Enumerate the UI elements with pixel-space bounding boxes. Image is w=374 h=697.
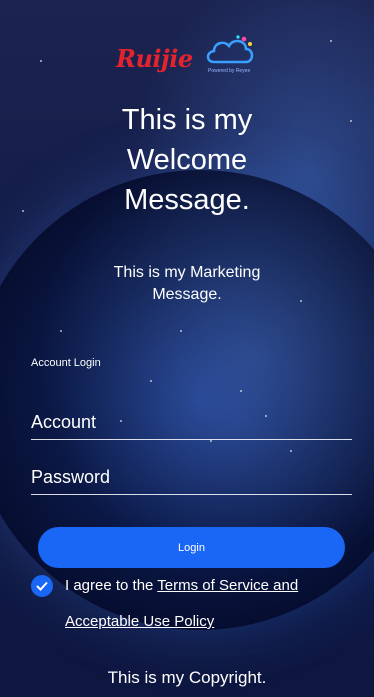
- portal-screen: Ruijie Powered by Reyee This is my Welco…: [0, 0, 374, 697]
- password-field-wrapper: [31, 460, 352, 495]
- login-button[interactable]: Login: [38, 527, 345, 568]
- cloud-logo-icon: [206, 35, 254, 64]
- terms-link[interactable]: Terms of Service and: [157, 577, 298, 594]
- marketing-message: This is my Marketing Message.: [113, 264, 261, 303]
- checkmark-icon: [36, 581, 48, 591]
- brand-tagline: Powered by Reyee: [208, 68, 251, 74]
- welcome-message: This is my Welcome Message.: [121, 104, 253, 216]
- password-input[interactable]: [31, 460, 352, 494]
- agree-prefix: I agree to the: [65, 577, 158, 594]
- copyright-text: This is my Copyright.: [107, 668, 267, 687]
- brand-wordmark: Ruijie: [116, 44, 193, 73]
- agree-line1: I agree to the Terms of Service and: [65, 568, 355, 604]
- account-field-wrapper: [31, 405, 352, 440]
- acceptable-use-link[interactable]: Acceptable Use Policy: [65, 613, 214, 630]
- agree-line2: Acceptable Use Policy: [65, 604, 214, 640]
- account-input[interactable]: [31, 405, 352, 439]
- account-login-label: Account Login: [31, 357, 101, 369]
- brand-logo: Ruijie Powered by Reyee: [112, 30, 262, 76]
- agree-checkbox[interactable]: [31, 575, 53, 597]
